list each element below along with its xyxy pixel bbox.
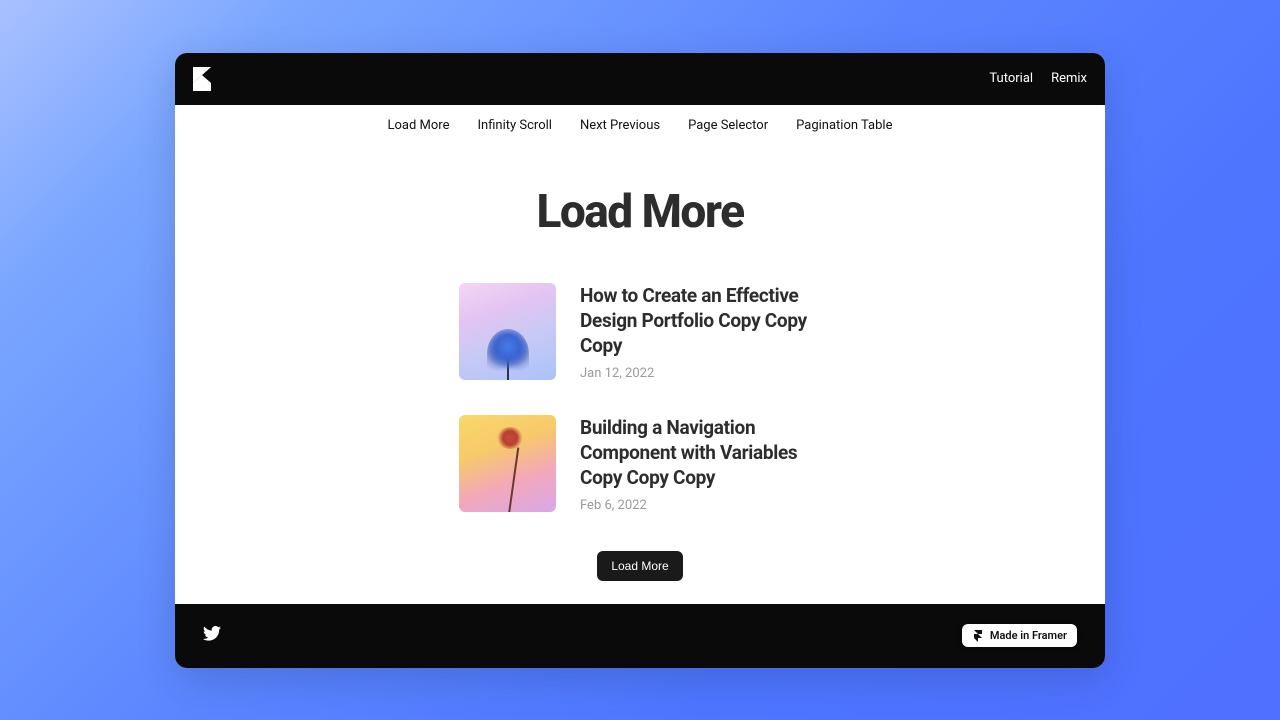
post-date: Jan 12, 2022 (580, 366, 821, 381)
post-date: Feb 6, 2022 (580, 498, 821, 513)
content: Load More How to Create an Effective Des… (175, 147, 1105, 604)
app-window: Tutorial Remix Load More Infinity Scroll… (175, 53, 1105, 668)
subnav: Load More Infinity Scroll Next Previous … (175, 105, 1105, 147)
tab-next-previous[interactable]: Next Previous (580, 118, 660, 133)
tab-page-selector[interactable]: Page Selector (688, 118, 768, 133)
framer-icon (972, 630, 984, 642)
post-thumbnail (459, 415, 556, 512)
logo-icon (193, 67, 211, 91)
made-in-framer-badge[interactable]: Made in Framer (962, 624, 1077, 647)
top-nav: Tutorial Remix (989, 71, 1087, 86)
post-text: How to Create an Effective Design Portfo… (580, 283, 821, 381)
page-title: Load More (536, 185, 743, 239)
nav-link-tutorial[interactable]: Tutorial (989, 71, 1033, 86)
logo[interactable] (193, 67, 211, 91)
post-list: How to Create an Effective Design Portfo… (459, 283, 821, 513)
post-thumbnail (459, 283, 556, 380)
load-more-button[interactable]: Load More (597, 551, 682, 581)
tab-infinity-scroll[interactable]: Infinity Scroll (478, 118, 552, 133)
badge-label: Made in Framer (990, 629, 1067, 642)
post-title: Building a Navigation Component with Var… (580, 415, 821, 490)
tab-load-more[interactable]: Load More (388, 118, 450, 133)
footer: Made in Framer (175, 604, 1105, 668)
post-item[interactable]: How to Create an Effective Design Portfo… (459, 283, 821, 381)
twitter-icon[interactable] (203, 626, 221, 645)
post-item[interactable]: Building a Navigation Component with Var… (459, 415, 821, 513)
tab-pagination-table[interactable]: Pagination Table (796, 118, 892, 133)
post-text: Building a Navigation Component with Var… (580, 415, 821, 513)
nav-link-remix[interactable]: Remix (1051, 71, 1087, 86)
topbar: Tutorial Remix (175, 53, 1105, 105)
post-title: How to Create an Effective Design Portfo… (580, 283, 821, 358)
